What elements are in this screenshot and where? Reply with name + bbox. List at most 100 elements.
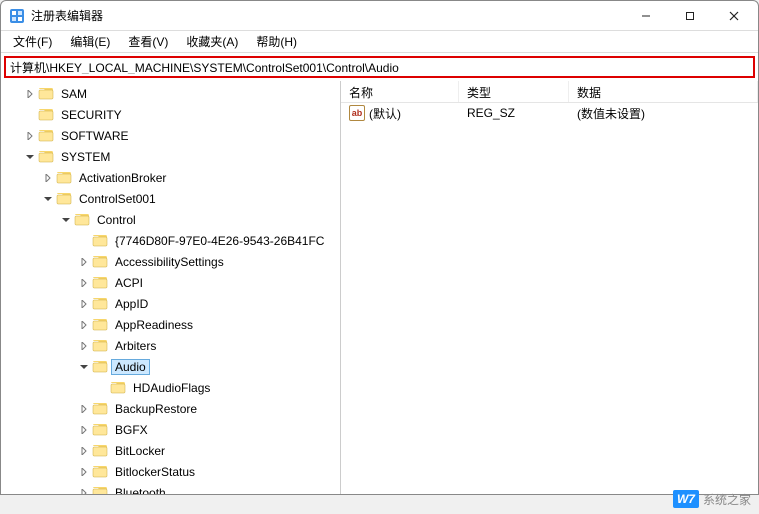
tree-node[interactable]: AppID [1,293,340,314]
chevron-right-icon[interactable] [77,300,91,308]
window-title: 注册表编辑器 [31,7,624,24]
folder-icon [56,192,72,206]
chevron-right-icon[interactable] [77,342,91,350]
folder-icon [92,486,108,495]
folder-icon [74,213,90,227]
folder-icon [56,171,72,185]
tree-node[interactable]: BitlockerStatus [1,461,340,482]
tree-node-label: SYSTEM [57,149,114,165]
chevron-right-icon[interactable] [41,174,55,182]
tree-node-label: SAM [57,86,91,102]
tree-node-label: BackupRestore [111,401,201,417]
tree-node[interactable]: ControlSet001 [1,188,340,209]
tree-node[interactable]: Audio [1,356,340,377]
tree-node[interactable]: BackupRestore [1,398,340,419]
tree-node-label: Bluetooth [111,485,170,495]
chevron-right-icon[interactable] [23,90,37,98]
tree-node-label: Audio [111,359,150,375]
chevron-down-icon[interactable] [41,195,55,203]
chevron-right-icon[interactable] [77,426,91,434]
folder-icon [92,423,108,437]
tree-node[interactable]: AppReadiness [1,314,340,335]
cell-name: ab(默认) [341,103,459,124]
folder-icon [92,402,108,416]
tree-node[interactable]: HDAudioFlags [1,377,340,398]
tree-node-label: SECURITY [57,107,126,123]
address-bar [4,56,755,78]
tree-node[interactable]: Control [1,209,340,230]
tree-node[interactable]: SOFTWARE [1,125,340,146]
tree-node[interactable]: {7746D80F-97E0-4E26-9543-26B41FC [1,230,340,251]
chevron-down-icon[interactable] [59,216,73,224]
folder-icon [92,234,108,248]
regedit-window: 注册表编辑器 文件(F) 编辑(E) 查看(V) 收藏夹(A) 帮助(H) SA… [0,0,759,495]
folder-icon [92,297,108,311]
chevron-right-icon[interactable] [23,132,37,140]
watermark: W7 系统之家 [673,490,751,508]
tree-node[interactable]: ACPI [1,272,340,293]
address-input[interactable] [6,60,753,74]
app-icon [9,8,25,24]
values-list: 名称 类型 数据 ab(默认)REG_SZ(数值未设置) [341,81,758,494]
cell-type: REG_SZ [459,104,569,122]
chevron-right-icon[interactable] [77,321,91,329]
tree-view[interactable]: SAM SECURITY SOFTWARE SYSTEM ActivationBroke… [1,81,341,494]
folder-icon [38,150,54,164]
col-header-type[interactable]: 类型 [459,81,569,102]
list-row[interactable]: ab(默认)REG_SZ(数值未设置) [341,103,758,123]
tree-node-label: AccessibilitySettings [111,254,228,270]
col-header-data[interactable]: 数据 [569,81,758,102]
content-body: SAM SECURITY SOFTWARE SYSTEM ActivationBroke… [1,81,758,494]
chevron-right-icon[interactable] [77,468,91,476]
cell-name-text: (默认) [369,105,401,122]
folder-icon [92,318,108,332]
chevron-right-icon[interactable] [77,489,91,495]
folder-icon [110,381,126,395]
list-header: 名称 类型 数据 [341,81,758,103]
tree-node-label: BGFX [111,422,152,438]
watermark-text: 系统之家 [703,491,751,508]
tree-node-label: Control [93,212,140,228]
tree-node-label: AppReadiness [111,317,197,333]
chevron-down-icon[interactable] [23,153,37,161]
tree-node-label: Arbiters [111,338,160,354]
folder-icon [92,255,108,269]
menu-help[interactable]: 帮助(H) [248,31,305,52]
tree-node-label: ActivationBroker [75,170,170,186]
address-bar-container [1,53,758,81]
tree-node-label: SOFTWARE [57,128,133,144]
tree-node[interactable]: Arbiters [1,335,340,356]
window-buttons [624,2,756,30]
folder-icon [92,360,108,374]
tree-node-label: BitLocker [111,443,169,459]
chevron-right-icon[interactable] [77,405,91,413]
tree-node[interactable]: BitLocker [1,440,340,461]
menu-view[interactable]: 查看(V) [120,31,176,52]
chevron-right-icon[interactable] [77,279,91,287]
minimize-button[interactable] [624,2,668,30]
tree-node[interactable]: Bluetooth [1,482,340,494]
tree-node[interactable]: ActivationBroker [1,167,340,188]
tree-node[interactable]: SYSTEM [1,146,340,167]
tree-node[interactable]: BGFX [1,419,340,440]
maximize-button[interactable] [668,2,712,30]
tree-node[interactable]: SECURITY [1,104,340,125]
tree-node-label: AppID [111,296,152,312]
tree-node[interactable]: SAM [1,83,340,104]
close-button[interactable] [712,2,756,30]
chevron-right-icon[interactable] [77,258,91,266]
tree-node[interactable]: AccessibilitySettings [1,251,340,272]
col-header-name[interactable]: 名称 [341,81,459,102]
folder-icon [38,108,54,122]
list-rows: ab(默认)REG_SZ(数值未设置) [341,103,758,123]
tree-node-label: ControlSet001 [75,191,160,207]
menu-edit[interactable]: 编辑(E) [62,31,118,52]
menu-file[interactable]: 文件(F) [5,31,60,52]
watermark-badge: W7 [673,490,699,508]
chevron-down-icon[interactable] [77,363,91,371]
chevron-right-icon[interactable] [77,447,91,455]
cell-data: (数值未设置) [569,103,758,124]
tree-node-label: BitlockerStatus [111,464,199,480]
menu-favorites[interactable]: 收藏夹(A) [178,31,246,52]
reg-string-icon: ab [349,105,365,121]
